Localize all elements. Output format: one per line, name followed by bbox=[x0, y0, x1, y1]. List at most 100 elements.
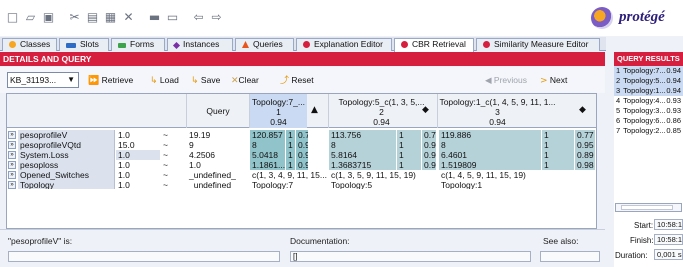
tab-classes[interactable]: Classes bbox=[2, 38, 57, 51]
table-row[interactable]: »pesoprofileVQtd15.0~9810.95810.95810.95 bbox=[7, 140, 596, 150]
attribute-weight[interactable]: 1.0 bbox=[116, 130, 156, 140]
clear-button[interactable]: ✕Clear bbox=[231, 74, 259, 87]
query-result-item[interactable]: 7 Topology:2... 0.85 bbox=[614, 126, 683, 136]
sort-icon[interactable]: ◆ bbox=[422, 105, 429, 115]
row-expand-icon[interactable]: » bbox=[8, 141, 16, 149]
save-icon[interactable]: ▣ bbox=[42, 11, 55, 23]
protege-logo: protégé bbox=[573, 3, 683, 33]
ruler-icon[interactable]: ▬ bbox=[148, 11, 161, 23]
tab-similarity-measure-editor[interactable]: Similarity Measure Editor bbox=[476, 38, 600, 51]
similarity-function[interactable]: ~ bbox=[161, 160, 181, 170]
result-rank: 2 bbox=[379, 107, 384, 117]
similarity-measure-editor-icon bbox=[483, 41, 490, 48]
attribute-name: Opened_Switches bbox=[18, 170, 115, 180]
table-row[interactable]: »pesoploss1.0~1.01.1861...10.991.3683715… bbox=[7, 160, 596, 170]
sort-icon[interactable]: ◆ bbox=[579, 105, 586, 115]
similarity-function[interactable]: ~ bbox=[161, 170, 181, 180]
forward-arrow-icon[interactable]: ⇨ bbox=[210, 11, 223, 23]
close-icon[interactable]: ✕ bbox=[122, 11, 135, 23]
query-column-header[interactable]: Query bbox=[186, 94, 249, 128]
attribute-name: pesoprofileVQtd bbox=[18, 140, 115, 150]
main-toolbar: □ ▱ ▣ ✂ ▤ ▦ ✕ ▬ ▭ ⇦ ⇨ protégé bbox=[0, 0, 683, 36]
queries-icon bbox=[242, 41, 249, 48]
query-result-item[interactable]: 1 Topology:7... 0.94 bbox=[614, 66, 683, 76]
scrollbar-thumb[interactable] bbox=[621, 205, 673, 210]
query-value[interactable]: 9 bbox=[187, 140, 249, 150]
tab-forms[interactable]: Forms bbox=[111, 38, 165, 51]
table-row[interactable]: »pesoprofileV1.0 ~19.19120.857 1 0.77 113.75… bbox=[7, 130, 596, 140]
case-value: 1.1861... bbox=[252, 160, 286, 170]
tab-label: Similarity Measure Editor bbox=[494, 39, 589, 49]
result-label: Topology:7... bbox=[623, 66, 666, 75]
similarity-function[interactable]: ~ bbox=[161, 150, 181, 160]
row-expand-icon[interactable]: » bbox=[8, 131, 16, 139]
result-title: Topology:7_... bbox=[252, 97, 305, 107]
result-column-header-2[interactable]: Topology:5_c(1, 3, 5,... 2 0.94 bbox=[328, 94, 434, 128]
cut-icon[interactable]: ✂ bbox=[68, 11, 81, 23]
back-arrow-icon[interactable]: ⇦ bbox=[192, 11, 205, 23]
ruler-alt-icon[interactable]: ▭ bbox=[166, 11, 179, 23]
next-button[interactable]: > Next bbox=[540, 74, 567, 87]
chevron-down-icon: ▼ bbox=[67, 75, 75, 84]
previous-label: Previous bbox=[493, 75, 527, 85]
query-value[interactable]: _undefined_ bbox=[187, 170, 249, 180]
attribute-weight[interactable]: 1.0 bbox=[116, 170, 156, 180]
case-weight: 1 bbox=[399, 140, 404, 150]
query-result-item[interactable]: 2 Topology:5... 0.94 bbox=[614, 76, 683, 86]
sort-icon[interactable]: ▲ bbox=[311, 105, 318, 115]
result-column-header-3[interactable]: Topology:1_c(1, 4, 5, 9, 11, 1... 3 0.94 bbox=[437, 94, 557, 128]
slot-is-field[interactable] bbox=[8, 251, 280, 262]
query-result-item[interactable]: 4 Topology:4... 0.93 bbox=[614, 96, 683, 106]
row-expand-icon[interactable]: » bbox=[8, 161, 16, 169]
similarity-function[interactable]: ~ bbox=[161, 130, 181, 140]
attribute-weight[interactable]: 1.0 bbox=[116, 150, 160, 160]
row-expand-icon[interactable]: » bbox=[8, 151, 16, 159]
save-button[interactable]: ↳ Save bbox=[191, 74, 220, 87]
tab-explanation-editor[interactable]: Explanation Editor bbox=[296, 38, 392, 51]
duration-label: Duration: bbox=[615, 251, 648, 260]
query-value[interactable]: 19.19 bbox=[187, 130, 249, 140]
result-score: 0.94 bbox=[270, 117, 287, 127]
tab-instances[interactable]: Instances bbox=[167, 38, 233, 51]
result-column-header-1[interactable]: Topology:7_... 1 0.94 bbox=[249, 94, 307, 128]
row-expand-icon[interactable]: » bbox=[8, 171, 16, 179]
case-weight: 1 bbox=[544, 150, 549, 160]
row-expand-icon[interactable]: » bbox=[8, 181, 16, 189]
query-result-item[interactable]: 6 Topology:6... 0.86 bbox=[614, 116, 683, 126]
previous-button[interactable]: ◀ Previous bbox=[485, 74, 527, 86]
retrieve-label: Retrieve bbox=[101, 75, 134, 85]
tab-slots[interactable]: Slots bbox=[59, 38, 109, 51]
table-row[interactable]: »System.Loss1.0~4.25065.0418 1 0.96 5.8164 1… bbox=[7, 150, 596, 160]
explanation-editor-icon bbox=[303, 41, 310, 48]
tab-queries[interactable]: Queries bbox=[235, 38, 294, 51]
local-similarity: 0.99 bbox=[298, 160, 308, 170]
open-folder-icon[interactable]: ▱ bbox=[24, 11, 37, 23]
query-value[interactable]: 1.0 bbox=[187, 160, 249, 170]
kb-select[interactable]: KB_31193... ▼ bbox=[7, 72, 79, 88]
case-value: 120.857 bbox=[252, 130, 283, 140]
tab-cbr-retrieval[interactable]: CBR Retrieval bbox=[394, 38, 474, 52]
new-file-icon[interactable]: □ bbox=[6, 11, 19, 23]
query-result-item[interactable]: 5 Topology:3... 0.93 bbox=[614, 106, 683, 116]
result-score: 0.94 bbox=[666, 76, 681, 85]
horizontal-scrollbar[interactable] bbox=[615, 203, 682, 212]
attribute-weight[interactable]: 1.0 bbox=[116, 160, 156, 170]
similarity-function[interactable]: ~ bbox=[161, 140, 181, 150]
result-label: Topology:3... bbox=[623, 106, 666, 115]
retrieve-button[interactable]: ⏩ Retrieve bbox=[88, 74, 133, 87]
see-also-field[interactable] bbox=[540, 251, 600, 262]
load-button[interactable]: ↳ Load bbox=[150, 74, 179, 87]
result-score: 0.93 bbox=[666, 96, 681, 105]
result-number: 2 bbox=[616, 76, 621, 85]
documentation-field[interactable]: [] bbox=[290, 251, 531, 262]
paste-icon[interactable]: ▦ bbox=[104, 11, 117, 23]
cbr-retrieval-icon bbox=[401, 41, 408, 48]
table-row[interactable]: » Opened_Switches 1.0 ~ _undefined_ c(1, 3, 4… bbox=[7, 170, 596, 180]
local-similarity: 0.89 bbox=[577, 150, 594, 160]
query-result-item[interactable]: 3 Topology:1... 0.94 bbox=[614, 86, 683, 96]
case-weight: 1 bbox=[288, 130, 293, 140]
copy-icon[interactable]: ▤ bbox=[86, 11, 99, 23]
query-value[interactable]: 4.2506 bbox=[187, 150, 249, 160]
reset-button[interactable]: ⤴ Reset bbox=[280, 74, 314, 87]
attribute-weight[interactable]: 15.0 bbox=[116, 140, 156, 150]
